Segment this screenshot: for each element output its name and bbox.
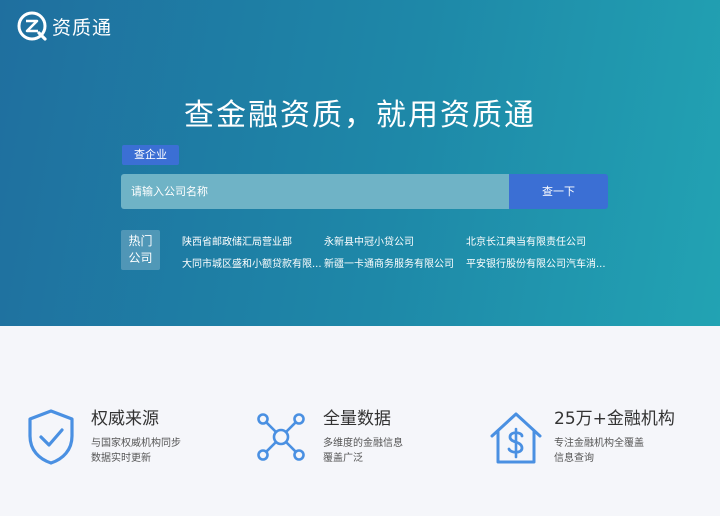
hot-company-link[interactable]: 北京长江典当有限责任公司 <box>466 233 586 248</box>
hot-company-link[interactable]: 新疆一卡通商务服务有限公司 <box>324 255 454 270</box>
features-section: 权威来源 与国家权威机构同步 数据实时更新 全量数据 多维度的金融信息 覆盖广泛 <box>0 326 720 516</box>
feature-title: 权威来源 <box>91 409 159 429</box>
hot-company-link[interactable]: 永新县中冠小贷公司 <box>324 233 414 248</box>
feature-title: 25万+金融机构 <box>554 409 675 429</box>
hot-company-link[interactable]: 陕西省邮政储汇局营业部 <box>182 233 292 248</box>
hot-label-line2: 公司 <box>128 251 153 265</box>
feature-desc: 覆盖广泛 <box>323 453 363 464</box>
feature-desc: 专注金融机构全覆盖 <box>554 438 644 449</box>
hot-companies-label: 热门 公司 <box>121 230 160 270</box>
tab-search-company[interactable]: 查企业 <box>122 145 179 165</box>
hero-banner: 资质通 查金融资质，就用资质通 查企业 查一下 热门 公司 陕西省邮政储汇局营业… <box>0 0 720 326</box>
search-input[interactable] <box>121 174 510 209</box>
hot-company-link[interactable]: 平安银行股份有限公司汽车消... <box>466 255 606 270</box>
feature-desc: 多维度的金融信息 <box>323 438 403 449</box>
hot-label-line1: 热门 <box>128 234 153 248</box>
feature-desc: 数据实时更新 <box>91 453 151 464</box>
hot-company-link[interactable]: 大同市城区盛和小额贷款有限... <box>182 255 322 270</box>
brand-name: 资质通 <box>52 16 113 39</box>
feature-desc: 信息查询 <box>554 453 594 464</box>
feature-title: 全量数据 <box>323 409 391 429</box>
page-title: 查金融资质，就用资质通 <box>184 98 536 133</box>
search-button[interactable]: 查一下 <box>509 174 608 209</box>
brand-logo[interactable]: 资质通 <box>16 10 112 42</box>
network-nodes-icon <box>257 413 305 461</box>
q-logo-icon <box>17 11 47 41</box>
house-dollar-icon <box>490 412 542 464</box>
feature-desc: 与国家权威机构同步 <box>91 438 181 449</box>
shield-check-icon <box>28 409 74 465</box>
